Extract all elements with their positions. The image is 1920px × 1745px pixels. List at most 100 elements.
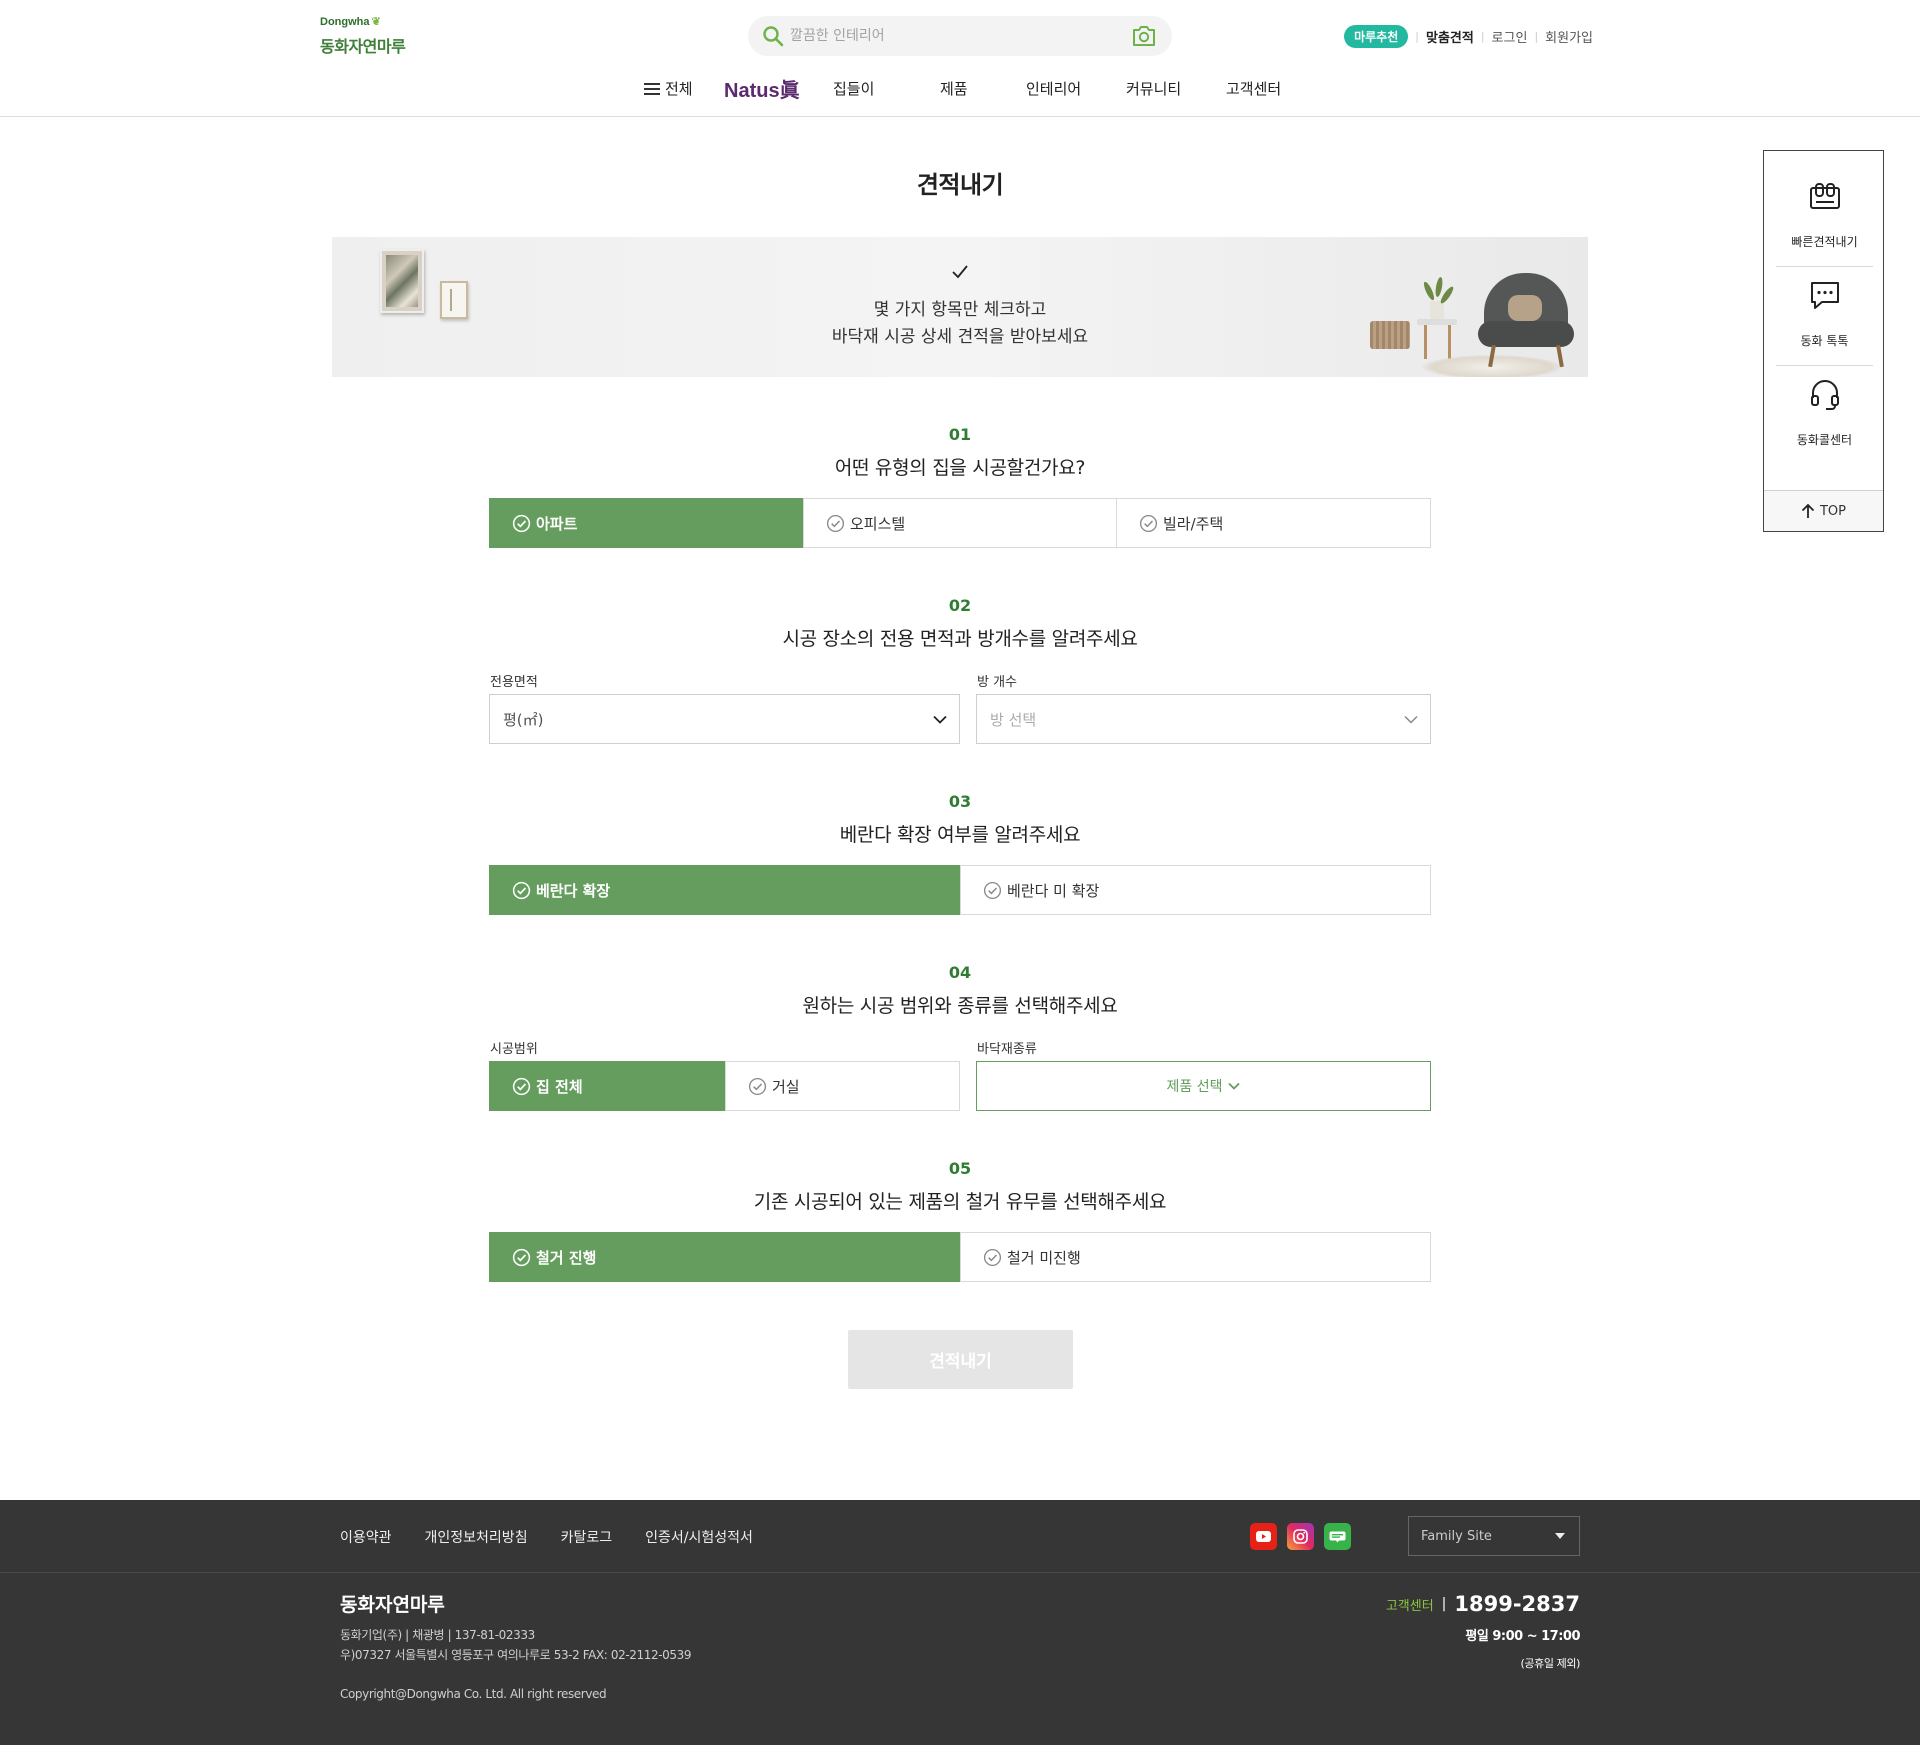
search-icon[interactable] xyxy=(760,23,786,49)
cs-divider: | xyxy=(1441,1596,1447,1612)
certificates-link[interactable]: 인증서/시험성적서 xyxy=(645,1527,753,1547)
check-circle-icon xyxy=(512,1248,531,1266)
family-site-select[interactable]: Family Site xyxy=(1408,1516,1580,1556)
scroll-top-button[interactable]: TOP xyxy=(1764,490,1883,531)
utility-menu: 마루추천 | 맞춤견적 | 로그인 | 회원가입 xyxy=(1344,25,1593,48)
youtube-icon[interactable] xyxy=(1250,1523,1277,1550)
catalog-link[interactable]: 카탈로그 xyxy=(561,1527,613,1547)
product-select-button[interactable]: 제품 선택 xyxy=(976,1061,1431,1111)
search-bar xyxy=(748,16,1172,56)
step-number: 04 xyxy=(948,963,972,982)
banner-text-line1: 몇 가지 항목만 체크하고 xyxy=(873,300,1047,320)
instagram-icon[interactable] xyxy=(1287,1523,1314,1550)
cs-holiday-note: (공휴일 제외) xyxy=(1520,1657,1581,1670)
caret-down-icon xyxy=(1555,1533,1565,1539)
option-label: 오피스텔 xyxy=(850,514,906,533)
main-nav: 전체 Natus眞 집들이 제품 인테리어 커뮤니티 고객센터 xyxy=(0,78,1920,106)
step-number: 02 xyxy=(948,596,972,615)
headset-icon xyxy=(1811,380,1839,410)
nav-housewarming[interactable]: 집들이 xyxy=(833,78,874,99)
option-label: 베란다 미 확장 xyxy=(1007,881,1100,900)
search-input[interactable] xyxy=(790,28,1130,44)
quick-quote-button[interactable]: 빠른견적내기 xyxy=(1776,151,1873,250)
option-label: 빌라/주택 xyxy=(1163,514,1224,533)
step-number: 05 xyxy=(948,1159,972,1178)
custom-quote-link[interactable]: 맞춤견적 xyxy=(1426,27,1474,46)
copyright: Copyright@Dongwha Co. Ltd. All right res… xyxy=(340,1687,607,1701)
page-title: 견적내기 xyxy=(916,171,1004,199)
option-apartment[interactable]: 아파트 xyxy=(489,498,803,548)
customer-center-contact: 고객센터 | 1899-2837 xyxy=(1386,1592,1580,1616)
company-info: 동화기업(주) | 채광병 | 137-81-02333 xyxy=(340,1628,535,1642)
quick-quote-label: 빠른견적내기 xyxy=(1791,235,1858,249)
option-villa-house[interactable]: 빌라/주택 xyxy=(1116,498,1431,548)
option-label: 아파트 xyxy=(536,514,578,533)
signup-link[interactable]: 회원가입 xyxy=(1545,27,1593,46)
site-header: Dongwha❦ 동화자연마루 마루추천 | 맞춤견적 | 로그인 | 회원가입… xyxy=(0,0,1920,117)
chevron-down-icon xyxy=(1228,1082,1241,1090)
option-label: 집 전체 xyxy=(536,1077,583,1096)
option-living-room[interactable]: 거실 xyxy=(725,1061,960,1111)
nav-products[interactable]: 제품 xyxy=(940,78,968,99)
util-divider: | xyxy=(1534,30,1539,43)
menu-icon xyxy=(644,82,660,95)
area-select[interactable]: 평(㎡) xyxy=(489,694,960,744)
quick-talk-label: 동화 톡톡 xyxy=(1800,334,1849,348)
rooms-select[interactable]: 방 선택 xyxy=(976,694,1431,744)
login-link[interactable]: 로그인 xyxy=(1492,27,1528,46)
blueprint-icon xyxy=(1810,183,1840,209)
check-circle-icon xyxy=(983,881,1002,899)
option-removal-yes[interactable]: 철거 진행 xyxy=(489,1232,960,1282)
area-label: 전용면적 xyxy=(490,675,538,690)
nav-community[interactable]: 커뮤니티 xyxy=(1126,78,1181,99)
nav-interior[interactable]: 인테리어 xyxy=(1026,78,1081,99)
cs-label: 고객센터 xyxy=(1385,1598,1434,1614)
option-label: 베란다 확장 xyxy=(536,881,611,900)
nav-natus[interactable]: Natus眞 xyxy=(724,74,800,103)
camera-icon[interactable] xyxy=(1130,22,1158,50)
scope-label: 시공범위 xyxy=(490,1042,538,1057)
quick-menu: 빠른견적내기 동화 톡톡 동화콜센터 TOP xyxy=(1763,150,1884,532)
family-site-label: Family Site xyxy=(1421,1528,1492,1544)
cs-hours: 평일 9:00 ~ 17:00 xyxy=(1465,1629,1580,1644)
chevron-down-icon xyxy=(933,715,947,724)
leaf-icon: ❦ xyxy=(371,16,381,28)
check-circle-icon xyxy=(826,514,845,532)
chat-icon xyxy=(1811,282,1839,309)
quick-call-button[interactable]: 동화콜센터 xyxy=(1776,349,1873,448)
option-veranda-not-extended[interactable]: 베란다 미 확장 xyxy=(960,865,1431,915)
step-question: 원하는 시공 범위와 종류를 선택해주세요 xyxy=(802,995,1118,1017)
option-label: 철거 미진행 xyxy=(1007,1248,1081,1267)
sns-links xyxy=(1250,1523,1351,1550)
site-logo[interactable]: Dongwha ❦ 동화자연마루 xyxy=(320,15,406,57)
check-icon xyxy=(952,265,968,279)
nav-customer-center[interactable]: 고객센터 xyxy=(1226,78,1281,99)
util-divider: | xyxy=(1480,30,1485,43)
maru-recommend-button[interactable]: 마루추천 xyxy=(1344,25,1409,48)
privacy-link[interactable]: 개인정보처리방침 xyxy=(425,1527,528,1547)
option-label: 거실 xyxy=(772,1077,800,1096)
cs-phone[interactable]: 1899-2837 xyxy=(1454,1592,1580,1616)
step-question: 베란다 확장 여부를 알려주세요 xyxy=(839,824,1081,846)
area-select-value: 평(㎡) xyxy=(503,710,544,729)
quick-call-label: 동화콜센터 xyxy=(1796,433,1853,447)
step-question: 기존 시공되어 있는 제품의 철거 유무를 선택해주세요 xyxy=(753,1191,1167,1213)
quick-talk-button[interactable]: 동화 톡톡 xyxy=(1776,250,1873,349)
option-veranda-extended[interactable]: 베란다 확장 xyxy=(489,865,960,915)
step-question: 어떤 유형의 집을 시공할건가요? xyxy=(834,457,1086,479)
get-quote-button[interactable]: 견적내기 xyxy=(848,1330,1073,1389)
nav-all[interactable]: 전체 xyxy=(644,78,693,99)
terms-link[interactable]: 이용약관 xyxy=(340,1527,392,1547)
option-removal-no[interactable]: 철거 미진행 xyxy=(960,1232,1431,1282)
company-address: 우)07327 서울특별시 영등포구 여의나루로 53-2 FAX: 02-21… xyxy=(340,1648,692,1662)
check-circle-icon xyxy=(512,881,531,899)
quote-banner: 몇 가지 항목만 체크하고 바닥재 시공 상세 견적을 받아보세요 xyxy=(332,237,1588,377)
blog-icon[interactable] xyxy=(1324,1523,1351,1550)
basket-image xyxy=(1370,321,1410,349)
check-circle-icon xyxy=(748,1077,767,1095)
option-whole-house[interactable]: 집 전체 xyxy=(489,1061,725,1111)
step-question: 시공 장소의 전용 면적과 방개수를 알려주세요 xyxy=(782,628,1138,650)
option-label: 철거 진행 xyxy=(536,1248,597,1267)
step-number: 01 xyxy=(948,425,972,444)
option-officetel[interactable]: 오피스텔 xyxy=(803,498,1117,548)
